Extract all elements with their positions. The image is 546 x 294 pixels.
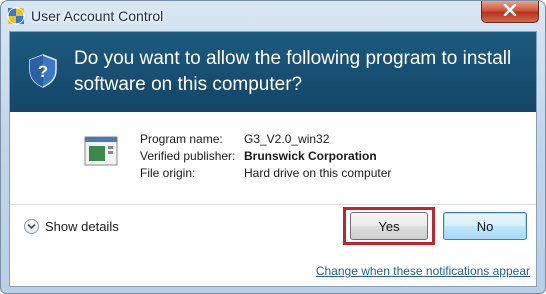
program-name-label: Program name: <box>140 132 223 146</box>
window-title: User Account Control <box>31 8 164 24</box>
file-origin-value: Hard drive on this computer <box>244 166 392 180</box>
question-text: Do you want to allow the following progr… <box>74 48 512 95</box>
chevron-down-icon <box>24 219 39 234</box>
change-notifications-link[interactable]: Change when these notifications appear <box>316 264 530 278</box>
file-origin-label: File origin: <box>140 166 196 180</box>
yes-button[interactable]: Yes <box>350 212 428 240</box>
close-icon <box>503 3 517 21</box>
publisher-label: Verified publisher: <box>140 149 236 163</box>
title-bar[interactable]: User Account Control <box>1 1 546 31</box>
dialog-content: ? Do you want to allow the following pro… <box>9 31 537 287</box>
close-button[interactable] <box>481 1 539 23</box>
info-labels: Program name: Verified publisher: File o… <box>140 131 235 182</box>
divider <box>10 204 536 205</box>
svg-text:?: ? <box>38 62 48 81</box>
no-button[interactable]: No <box>443 212 527 240</box>
info-values: G3_V2.0_win32 Brunswick Corporation Hard… <box>244 131 391 182</box>
question-banner: ? Do you want to allow the following pro… <box>10 32 536 112</box>
publisher-value: Brunswick Corporation <box>244 149 377 163</box>
shield-question-icon: ? <box>28 54 58 88</box>
program-name-value: G3_V2.0_win32 <box>244 132 330 146</box>
uac-dialog: User Account Control ? Do you want to al… <box>0 0 546 294</box>
uac-shield-icon <box>7 7 25 25</box>
show-details-toggle[interactable]: Show details <box>24 219 119 234</box>
installer-program-icon <box>84 136 118 166</box>
show-details-label: Show details <box>45 219 119 234</box>
